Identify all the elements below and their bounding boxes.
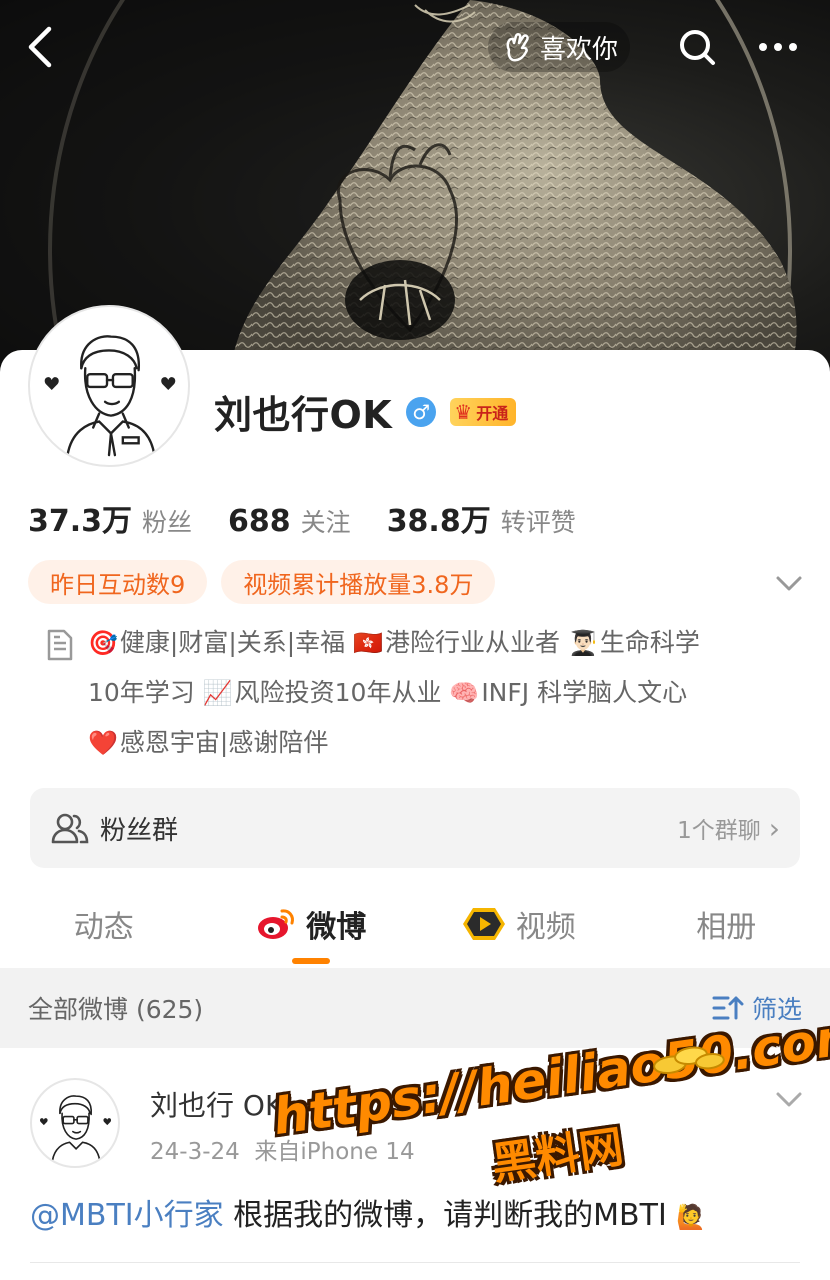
interactions-stat[interactable]: 38.8万 转评赞	[387, 496, 576, 540]
video-plays-pill[interactable]: 视频累计播放量3.8万	[221, 560, 496, 604]
username: 刘也行OK	[214, 393, 393, 437]
following-label: 关注	[300, 508, 351, 537]
document-icon	[47, 629, 73, 661]
tab-album[interactable]: 相册	[623, 880, 830, 968]
post-body: @MBTI小行家 根据我的微博，请判断我的MBTI 🙋	[30, 1190, 708, 1234]
tab-activity[interactable]: 动态	[0, 880, 208, 968]
weibo-logo-icon	[258, 909, 295, 939]
mention-link[interactable]: @MBTI小行家	[30, 1198, 224, 1233]
tab-video[interactable]: 视频	[415, 880, 623, 968]
bio-line-2: 10年学习 📈风险投资10年从业 🧠INFJ 科学脑人文心	[44, 668, 808, 718]
profile-tabs: 动态 微博 视频 相册	[0, 880, 830, 968]
more-button[interactable]	[748, 22, 808, 72]
following-count: 688	[228, 504, 291, 539]
student-icon: 👨🏻‍🎓	[567, 629, 598, 657]
target-icon: 🎯	[88, 629, 118, 657]
followers-label: 粉丝	[142, 508, 193, 537]
chevron-right-icon: ›	[768, 811, 780, 845]
avatar[interactable]	[28, 305, 190, 467]
back-button[interactable]	[18, 22, 62, 72]
more-dots-icon	[759, 43, 797, 51]
vip-open-badge[interactable]: ♛ 开通	[450, 397, 517, 426]
cartoon-avatar-image	[40, 1095, 112, 1162]
red-heart-icon: ❤️	[88, 729, 118, 757]
chart-up-icon: 📈	[202, 679, 233, 707]
filter-button[interactable]: 筛选	[712, 990, 802, 1026]
search-icon	[680, 30, 715, 65]
chevron-left-icon	[28, 26, 52, 68]
filter-sort-icon	[712, 996, 744, 1020]
video-play-icon	[462, 908, 505, 940]
post-body-text: 根据我的微博，请判断我的MBTI	[223, 1198, 667, 1233]
raising-hand-icon: 🙋	[676, 1203, 707, 1231]
post-author-avatar[interactable]	[30, 1078, 120, 1168]
crown-icon: ♛	[454, 399, 473, 424]
feed-filter-bar: 全部微博 (625) 筛选	[0, 968, 830, 1048]
active-tab-indicator	[292, 958, 331, 964]
bio-text: 🎯健康|财富|关系|幸福 🇭🇰港险行业从业者 👨🏻‍🎓生命科学 10年学习 📈风…	[88, 618, 808, 768]
vip-open-label: 开通	[476, 403, 509, 423]
interactions-label: 转评赞	[500, 508, 576, 537]
male-gender-icon: ♂	[406, 396, 437, 427]
tab-weibo[interactable]: 微博	[208, 880, 416, 968]
username-row: 刘也行OK ♂ ♛ 开通	[214, 384, 517, 439]
post-source: 来自iPhone 14	[254, 1139, 415, 1165]
feed-count-title: 全部微博 (625)	[28, 995, 204, 1024]
brain-icon: 🧠	[449, 679, 480, 707]
bio-line-3: ❤️感恩宇宙|感谢陪伴	[88, 718, 808, 768]
bio-line-1: 🎯健康|财富|关系|幸福 🇭🇰港险行业从业者 👨🏻‍🎓生命科学	[88, 618, 808, 668]
hong-kong-flag-icon: 🇭🇰	[353, 629, 383, 657]
chevron-down-icon[interactable]	[772, 566, 806, 600]
post-date: 24-3-24	[150, 1139, 240, 1165]
fans-group-label: 粉丝群	[100, 815, 179, 846]
fans-group-count: 1个群聊	[677, 818, 761, 844]
cartoon-avatar-image	[44, 335, 176, 457]
like-you-label: 喜欢你	[540, 34, 619, 65]
interactions-count: 38.8万	[386, 504, 491, 539]
followers-count: 37.3万	[28, 504, 133, 539]
filter-label: 筛选	[751, 995, 802, 1024]
stat-pills: 昨日互动数9 视频累计播放量3.8万	[28, 560, 496, 604]
yesterday-interactions-pill[interactable]: 昨日互动数9	[28, 560, 208, 604]
fans-group-row[interactable]: 粉丝群 1个群聊 ›	[30, 788, 800, 868]
chevron-down-icon[interactable]	[772, 1082, 806, 1116]
following-stat[interactable]: 688 关注	[228, 503, 351, 539]
post-meta: 24-3-24 来自iPhone 14	[150, 1132, 415, 1166]
followers-stat[interactable]: 37.3万 粉丝	[28, 496, 192, 540]
profile-stats: 37.3万 粉丝 688 关注 38.8万 转评赞	[28, 496, 576, 540]
wave-hand-icon	[506, 33, 529, 62]
like-you-button[interactable]: 喜欢你	[488, 22, 631, 72]
post-author-name[interactable]: 刘也行 OK	[150, 1084, 283, 1124]
search-button[interactable]	[670, 22, 724, 72]
group-people-icon	[51, 813, 89, 844]
divider	[30, 1262, 800, 1263]
